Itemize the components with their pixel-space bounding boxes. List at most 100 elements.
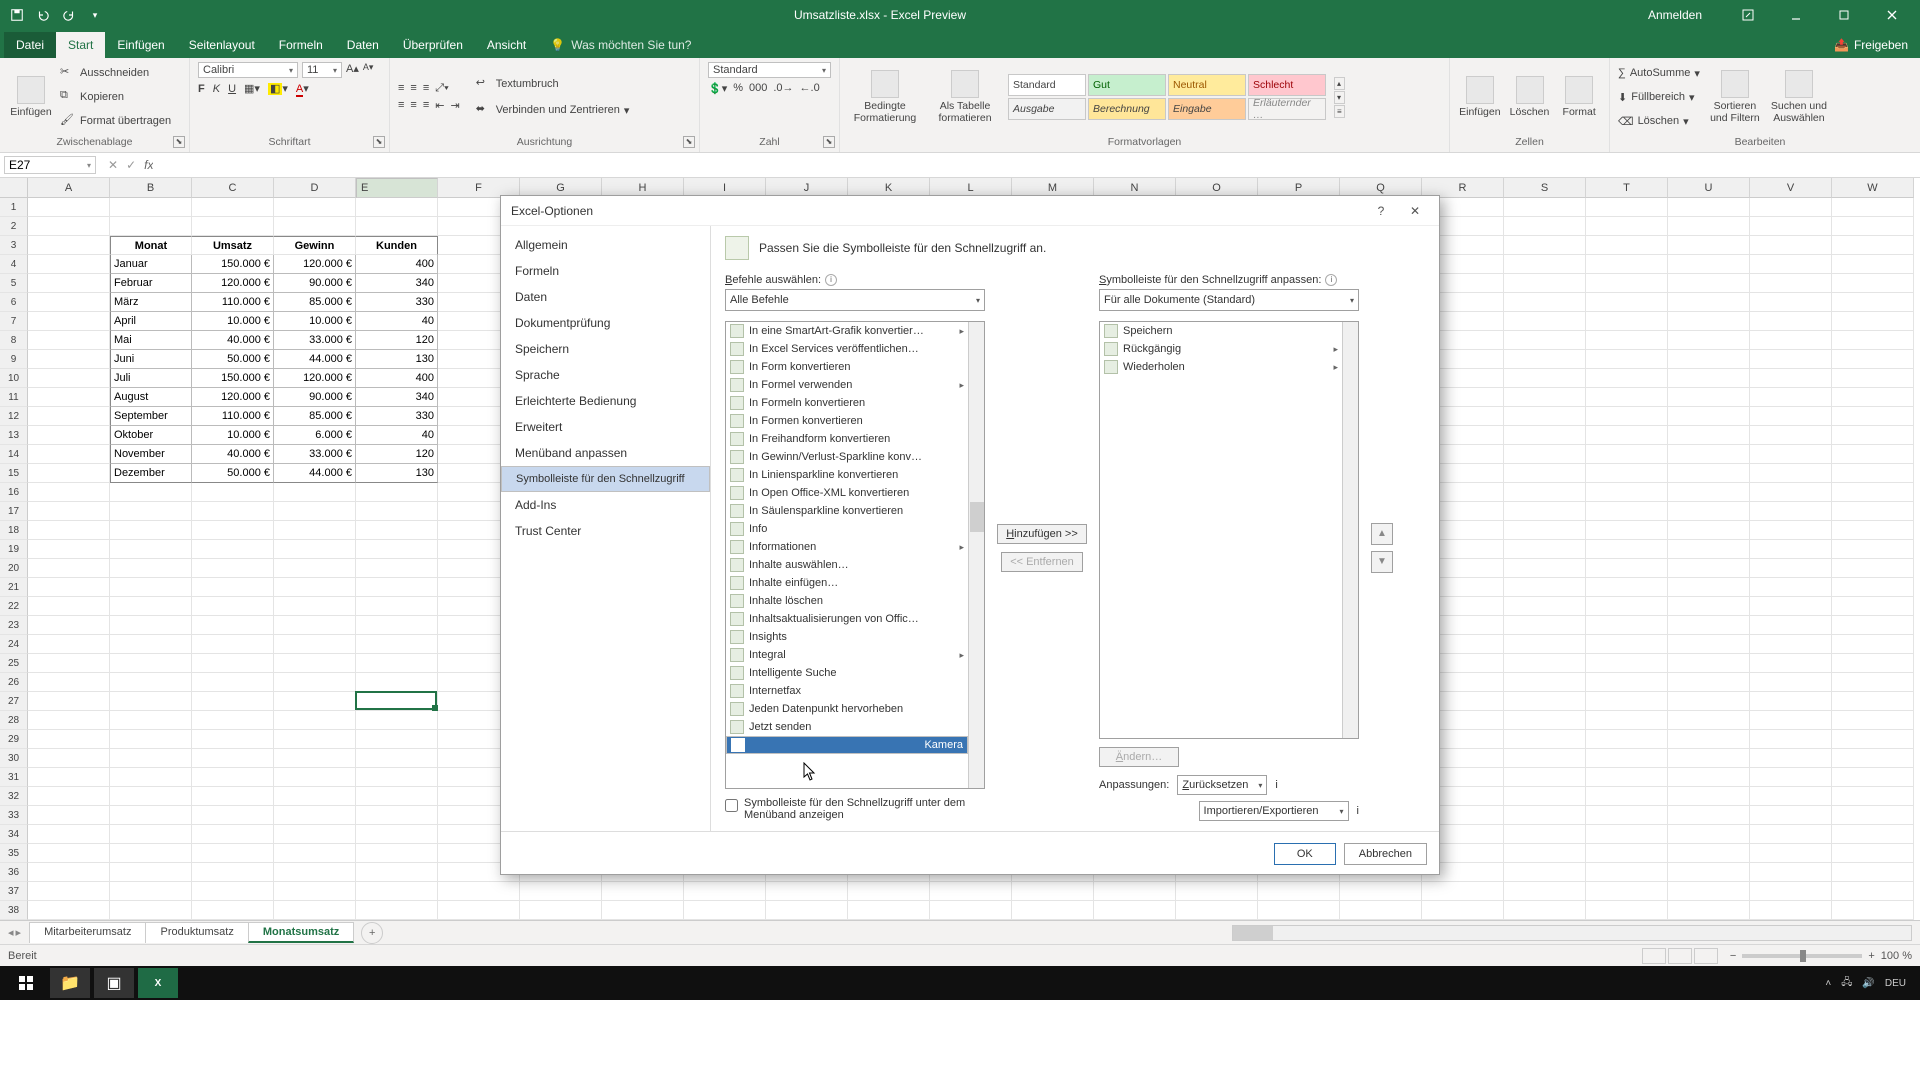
cell[interactable] — [192, 749, 274, 768]
row-header[interactable]: 22 — [0, 597, 28, 616]
cell[interactable] — [110, 217, 192, 236]
cell[interactable] — [110, 559, 192, 578]
cell[interactable] — [1586, 673, 1668, 692]
cell[interactable] — [274, 217, 356, 236]
cell-style-7[interactable]: Erläuternder … — [1248, 98, 1326, 120]
cell[interactable] — [192, 863, 274, 882]
cell[interactable] — [28, 312, 110, 331]
cell[interactable] — [1832, 312, 1914, 331]
row-header[interactable]: 18 — [0, 521, 28, 540]
cell[interactable] — [1504, 654, 1586, 673]
cell[interactable] — [28, 369, 110, 388]
cell[interactable] — [192, 806, 274, 825]
command-item[interactable]: In Liniensparkline konvertieren — [726, 466, 968, 484]
cell[interactable]: Umsatz — [192, 236, 274, 255]
cell[interactable] — [1668, 825, 1750, 844]
cell[interactable] — [28, 863, 110, 882]
cell[interactable] — [356, 597, 438, 616]
cell[interactable] — [1176, 901, 1258, 920]
qat-customize-icon[interactable]: ▾ — [88, 8, 102, 22]
tab-start[interactable]: Start — [56, 32, 105, 58]
options-category[interactable]: Allgemein — [501, 232, 710, 258]
cell[interactable] — [1750, 844, 1832, 863]
cell[interactable]: 10.000 € — [274, 312, 356, 331]
cell[interactable] — [1750, 749, 1832, 768]
increase-font-icon[interactable]: A▴ — [346, 62, 359, 78]
command-item[interactable]: In Excel Services veröffentlichen… — [726, 340, 968, 358]
taskbar-excel[interactable]: X — [138, 968, 178, 998]
cell[interactable] — [1832, 236, 1914, 255]
cell[interactable] — [28, 445, 110, 464]
cell[interactable] — [28, 882, 110, 901]
command-item[interactable]: Jetzt senden — [726, 718, 968, 736]
cell[interactable] — [1832, 901, 1914, 920]
cell[interactable] — [28, 806, 110, 825]
row-header[interactable]: 33 — [0, 806, 28, 825]
cell[interactable] — [1750, 673, 1832, 692]
cell[interactable] — [192, 635, 274, 654]
save-icon[interactable] — [10, 8, 24, 22]
command-item[interactable]: Internetfax — [726, 682, 968, 700]
column-header[interactable]: U — [1668, 178, 1750, 198]
cell[interactable] — [1750, 787, 1832, 806]
tab-einfügen[interactable]: Einfügen — [105, 32, 176, 58]
cell[interactable] — [1586, 236, 1668, 255]
cell[interactable]: 85.000 € — [274, 407, 356, 426]
cell[interactable] — [602, 901, 684, 920]
cell[interactable] — [1504, 293, 1586, 312]
cell[interactable] — [1504, 749, 1586, 768]
formula-input[interactable] — [153, 158, 1920, 173]
cell[interactable]: 400 — [356, 369, 438, 388]
command-item[interactable]: Inhalte einfügen… — [726, 574, 968, 592]
row-header[interactable]: 21 — [0, 578, 28, 597]
row-header[interactable]: 6 — [0, 293, 28, 312]
cell[interactable] — [192, 711, 274, 730]
cell[interactable] — [1422, 901, 1504, 920]
cell[interactable] — [1750, 882, 1832, 901]
cell[interactable] — [1504, 274, 1586, 293]
cell[interactable] — [1668, 711, 1750, 730]
cell[interactable] — [356, 844, 438, 863]
cell[interactable] — [1586, 597, 1668, 616]
cell[interactable] — [1668, 616, 1750, 635]
cell[interactable] — [1750, 198, 1832, 217]
row-header[interactable]: 7 — [0, 312, 28, 331]
cell[interactable] — [110, 597, 192, 616]
indent-decrease-icon[interactable]: ⇤ — [435, 99, 444, 112]
cell[interactable] — [1586, 483, 1668, 502]
cell[interactable] — [1832, 293, 1914, 312]
cell[interactable]: 340 — [356, 388, 438, 407]
cell[interactable] — [1750, 236, 1832, 255]
dialog-help-button[interactable]: ? — [1367, 200, 1395, 222]
cell[interactable] — [28, 236, 110, 255]
cell[interactable] — [1668, 673, 1750, 692]
row-header[interactable]: 28 — [0, 711, 28, 730]
cell[interactable] — [356, 673, 438, 692]
align-top-icon[interactable]: ≡ — [398, 82, 404, 95]
cell[interactable] — [28, 787, 110, 806]
cell[interactable] — [684, 901, 766, 920]
fill-color-button[interactable]: ◧▾ — [268, 82, 288, 95]
cell[interactable] — [28, 578, 110, 597]
cell[interactable] — [1832, 882, 1914, 901]
sheet-nav-first-icon[interactable]: ◂ — [8, 926, 14, 939]
row-header[interactable]: 13 — [0, 426, 28, 445]
cell[interactable] — [1832, 198, 1914, 217]
cell[interactable]: Januar — [110, 255, 192, 274]
align-left-icon[interactable]: ≡ — [398, 99, 404, 112]
gallery-down-icon[interactable]: ▾ — [1334, 91, 1345, 104]
comma-format-icon[interactable]: 000 — [749, 82, 767, 95]
increase-decimal-icon[interactable]: .0→ — [773, 82, 793, 95]
column-header[interactable]: A — [28, 178, 110, 198]
enter-formula-icon[interactable]: ✓ — [126, 158, 136, 172]
taskbar-app[interactable]: ▣ — [94, 968, 134, 998]
cell[interactable] — [1668, 293, 1750, 312]
cell[interactable] — [1832, 806, 1914, 825]
cell[interactable]: 50.000 € — [192, 350, 274, 369]
merge-center-button[interactable]: ⬌Verbinden und Zentrieren ▾ — [476, 99, 630, 121]
cell[interactable] — [1668, 445, 1750, 464]
options-category[interactable]: Dokumentprüfung — [501, 310, 710, 336]
cell[interactable] — [1586, 654, 1668, 673]
row-header[interactable]: 3 — [0, 236, 28, 255]
sheet-tab[interactable]: Monatsumsatz — [248, 922, 354, 943]
